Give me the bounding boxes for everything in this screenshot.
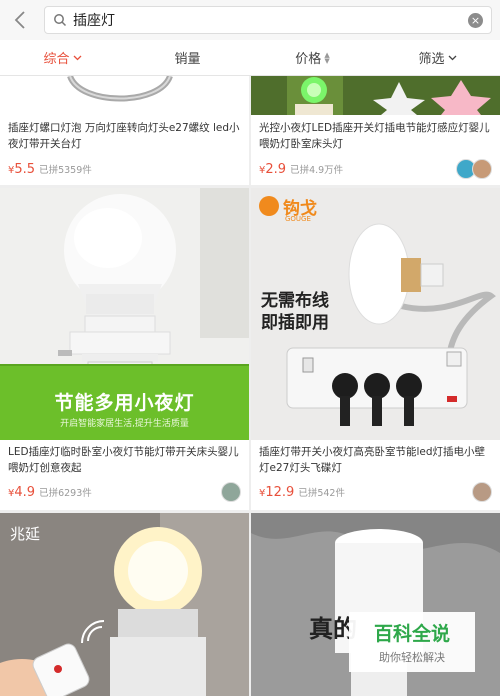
avatar [472, 482, 492, 502]
product-card[interactable]: 钩戈 GOUGE 无需布线 即插即用 插座灯带开关小夜灯高亮卧室节能led灯插电… [251, 188, 500, 510]
sort-tab-label: 销量 [174, 52, 201, 67]
product-title: 光控小夜灯LED插座开关灯插电节能灯感应灯婴儿喂奶灯卧室床头灯 [259, 122, 490, 150]
sort-tab-price[interactable]: 价格 ▲ ▼ [250, 40, 375, 75]
price-row: ¥2.9 已拼4.9万件 [259, 159, 492, 179]
chevron-down-icon [73, 55, 81, 60]
product-title: 插座灯带开关小夜灯高亮卧室节能led灯插电小壁灯e27灯头飞碟灯 [259, 446, 486, 474]
price-row: ¥12.9 已拼542件 [259, 482, 492, 502]
chevron-down-icon [448, 55, 456, 60]
product-title: 插座灯螺口灯泡 万向灯座转向灯头e27螺纹 led小夜灯带开关台灯 [8, 122, 240, 150]
sort-tab-sales[interactable]: 销量 [125, 40, 250, 75]
lamp-hose-image [67, 76, 173, 102]
product-price: ¥5.5 [8, 161, 36, 177]
search-input[interactable]: 插座灯 × [44, 6, 492, 34]
sort-tab-label: 综合 [43, 52, 70, 67]
price-row: ¥5.5 已拼5359件 [8, 159, 241, 179]
buyer-avatars [472, 482, 492, 502]
sort-tab-comprehensive[interactable]: 综合 [0, 40, 125, 75]
sort-updown-icon: ▲ ▼ [324, 50, 330, 65]
sold-count: 已拼6293件 [39, 488, 92, 499]
sort-tab-label: 筛选 [418, 52, 445, 67]
product-card[interactable]: 真的 百科全说 助你轻松解决 [251, 513, 500, 696]
buyer-avatars [456, 159, 492, 179]
product-image: 节能多用小夜灯 开启智能家居生活,提升生活质量 [0, 188, 249, 440]
avatar [472, 159, 492, 179]
watermark-title: 百科全说 [373, 623, 450, 645]
sort-tab-label: 价格 [295, 52, 322, 67]
product-image: 钩戈 GOUGE 无需布线 即插即用 [251, 188, 500, 440]
product-price: ¥12.9 [259, 484, 295, 500]
buyer-avatars [221, 482, 241, 502]
promo-text: 即插即用 [261, 313, 329, 333]
watermark-badge: 百科全说 助你轻松解决 [349, 612, 475, 672]
banner-text: 节能多用小夜灯 [54, 392, 195, 414]
image-brand-text: 兆延 [10, 525, 41, 543]
product-card[interactable]: 插座灯螺口灯泡 万向灯座转向灯头e27螺纹 led小夜灯带开关台灯 ¥5.5 已… [0, 76, 249, 185]
search-icon [54, 14, 67, 27]
sort-bar: 综合 销量 价格 ▲ ▼ 筛选 [0, 40, 500, 76]
product-image: 兆延 [0, 513, 249, 696]
sold-count: 已拼5359件 [39, 165, 92, 176]
product-card[interactable]: 兆延 [0, 513, 249, 696]
watermark-subtitle: 助你轻松解决 [379, 651, 445, 664]
product-image [0, 76, 249, 115]
sold-count: 已拼4.9万件 [290, 165, 344, 176]
sold-count: 已拼542件 [298, 488, 345, 499]
product-image: 真的 百科全说 助你轻松解决 [251, 513, 500, 696]
product-price: ¥2.9 [259, 161, 287, 177]
night-light-image [251, 76, 500, 115]
avatar [221, 482, 241, 502]
product-price: ¥4.9 [8, 484, 36, 500]
sort-tab-filter[interactable]: 筛选 [375, 40, 500, 75]
back-arrow-icon [14, 11, 25, 29]
price-row: ¥4.9 已拼6293件 [8, 482, 241, 502]
banner-subtext: 开启智能家居生活,提升生活质量 [60, 419, 189, 429]
search-query: 插座灯 [73, 13, 115, 29]
product-image [251, 76, 500, 115]
clear-icon[interactable]: × [468, 13, 483, 28]
search-header: 插座灯 × [0, 0, 500, 40]
product-card[interactable]: 节能多用小夜灯 开启智能家居生活,提升生活质量 LED插座灯临时卧室小夜灯节能灯… [0, 188, 249, 510]
brand-logo-subtext: GOUGE [285, 215, 311, 223]
product-title: LED插座灯临时卧室小夜灯节能灯带开关床头婴儿喂奶灯创意夜起 [8, 446, 239, 474]
back-button[interactable] [0, 0, 40, 40]
product-card[interactable]: 光控小夜灯LED插座开关灯插电节能灯感应灯婴儿喂奶灯卧室床头灯 ¥2.9 已拼4… [251, 76, 500, 185]
